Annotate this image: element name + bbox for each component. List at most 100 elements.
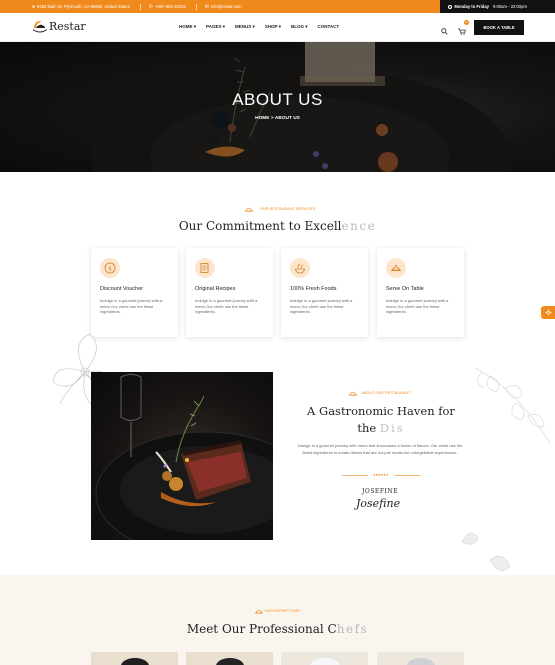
card-text: Indulge in a gourmet journey with a menu… bbox=[386, 298, 449, 315]
chefs-title-main: Meet Our Professional C bbox=[186, 622, 337, 636]
chef-card[interactable] bbox=[377, 652, 464, 665]
hours-value: 9:00am - 22:00pm bbox=[493, 4, 527, 9]
location-icon: ● bbox=[32, 3, 36, 10]
card-text: Indulge in a gourmet journey with a menu… bbox=[100, 298, 163, 315]
services-title-main: Our Commitment to Excell bbox=[178, 219, 342, 233]
about-title: A Gastronomic Haven for the Dis bbox=[298, 403, 464, 437]
signer-name: JOSEFINE bbox=[362, 488, 398, 495]
nav-label: BLOG bbox=[290, 24, 304, 29]
book-table-button[interactable]: BOOK A TABLE bbox=[474, 20, 524, 35]
card-title: Serve On Table bbox=[386, 286, 424, 292]
card-title: Original Recipes bbox=[195, 286, 236, 292]
nav-icons: 0 bbox=[441, 20, 469, 40]
card-text: Indulge in a gourmet journey with a menu… bbox=[195, 298, 258, 315]
address-item: ● 9482 Main St, Plymouth, CA 95669, Unit… bbox=[32, 4, 130, 10]
chefs-title-fade: hefs bbox=[336, 622, 369, 636]
phone-item[interactable]: ✆ +987-628-10015 bbox=[149, 4, 186, 10]
services-title: Our Commitment to Excellence bbox=[0, 219, 555, 233]
separator bbox=[139, 3, 141, 10]
chevron-down-icon: ▾ bbox=[222, 24, 225, 29]
chevron-down-icon: ▾ bbox=[193, 24, 197, 29]
service-card[interactable]: $ Discount Voucher Indulge in a gourmet … bbox=[91, 248, 178, 337]
about-title-line2: the Dis bbox=[298, 420, 464, 437]
nav-menu: HOME ▾ PAGES ▾ MENUS ▾ SHOP ▾ BLOG ▾ CON… bbox=[179, 24, 339, 30]
nav-label: SHOP bbox=[264, 24, 278, 29]
breadcrumb: HOME > ABOUT US bbox=[0, 116, 555, 121]
email-text: info@restar.com bbox=[210, 4, 242, 9]
card-text: Indulge in a gourmet journey with a menu… bbox=[290, 298, 353, 315]
voucher-icon: $ bbox=[100, 258, 120, 278]
cart-button[interactable]: 0 bbox=[458, 20, 469, 40]
about-page: ● 9482 Main St, Plymouth, CA 95669, Unit… bbox=[0, 0, 555, 665]
recipe-icon bbox=[195, 258, 215, 278]
card-title: Discount Voucher bbox=[100, 286, 144, 292]
nav-item-shop[interactable]: SHOP ▾ bbox=[265, 24, 281, 30]
cart-count-badge: 0 bbox=[464, 20, 469, 25]
steak-dish-image bbox=[91, 372, 273, 540]
nav-item-pages[interactable]: PAGES ▾ bbox=[206, 24, 225, 30]
address-text: 9482 Main St, Plymouth, CA 95669, United… bbox=[37, 4, 130, 9]
chef-card[interactable] bbox=[91, 652, 178, 665]
service-card[interactable]: Original Recipes Indulge in a gourmet jo… bbox=[186, 248, 273, 337]
svg-text:$: $ bbox=[108, 265, 112, 272]
nav-item-blog[interactable]: BLOG ▾ bbox=[291, 24, 308, 30]
clock-icon bbox=[448, 4, 453, 9]
leaf-outline-decoration bbox=[474, 367, 551, 444]
chevron-down-icon: ▾ bbox=[278, 24, 281, 29]
chefs-eyebrow: OUR EXPERT CHEF bbox=[264, 609, 301, 613]
separator bbox=[195, 3, 197, 10]
gear-icon bbox=[544, 309, 552, 316]
chefs-title: Meet Our Professional Chefs bbox=[0, 622, 555, 636]
cart-icon bbox=[458, 28, 466, 35]
chef-card[interactable] bbox=[186, 652, 273, 665]
nav-item-contact[interactable]: CONTACT bbox=[318, 24, 340, 30]
breadcrumb-current: ABOUT US bbox=[274, 116, 300, 121]
about-title-line2-fade: Dis bbox=[379, 421, 405, 435]
logo[interactable]: Restar bbox=[32, 19, 86, 33]
top-info-bar: ● 9482 Main St, Plymouth, CA 95669, Unit… bbox=[0, 0, 555, 13]
signature-image: Josefine bbox=[356, 497, 401, 510]
email-icon: ✉ bbox=[204, 3, 209, 10]
hours-label: Monday to Friday bbox=[454, 4, 489, 9]
page-hero-banner: ABOUT US HOME > ABOUT US bbox=[0, 42, 555, 172]
steak-dish-photo bbox=[95, 374, 273, 540]
serving-icon bbox=[386, 258, 406, 278]
nav-item-home[interactable]: HOME ▾ bbox=[179, 24, 196, 30]
settings-side-widget[interactable] bbox=[541, 306, 555, 319]
breadcrumb-home-link[interactable]: HOME bbox=[255, 116, 269, 121]
services-eyebrow: OUR RESTAURANT SERVICES bbox=[259, 207, 316, 211]
chef-photo bbox=[407, 658, 435, 665]
chefs-section bbox=[0, 575, 555, 665]
nav-label: MENUS bbox=[234, 24, 252, 29]
about-eyebrow: ABOUT OUR RESTAURANT bbox=[361, 391, 411, 395]
nav-item-menus[interactable]: MENUS ▾ bbox=[235, 24, 255, 30]
divider-ornament: ♦♦♦♦♦♦ bbox=[368, 472, 394, 477]
chef-photo bbox=[121, 658, 149, 665]
service-card[interactable]: Serve On Table Indulge in a gourmet jour… bbox=[377, 248, 464, 337]
services-title-fade: ence bbox=[341, 219, 377, 233]
cloche-logo-icon bbox=[33, 20, 47, 33]
chef-photo bbox=[216, 658, 244, 665]
opening-hours: Monday to Friday 9:00am - 22:00pm bbox=[440, 0, 555, 13]
about-title-line2-main: the bbox=[357, 421, 380, 435]
fresh-food-icon bbox=[290, 258, 310, 278]
service-card[interactable]: 100% Fresh Foods Indulge in a gourmet jo… bbox=[281, 248, 368, 337]
phone-text: +987-628-10015 bbox=[154, 4, 186, 9]
garlic-decoration bbox=[461, 532, 511, 572]
card-title: 100% Fresh Foods bbox=[290, 286, 337, 292]
chevron-down-icon: ▾ bbox=[305, 24, 308, 29]
email-item[interactable]: ✉ info@restar.com bbox=[205, 4, 242, 10]
page-title: ABOUT US bbox=[232, 90, 323, 109]
search-icon[interactable] bbox=[441, 27, 448, 35]
chef-photo bbox=[308, 656, 342, 665]
chevron-down-icon: ▾ bbox=[252, 24, 255, 29]
phone-icon: ✆ bbox=[148, 3, 153, 10]
breadcrumb-separator: > bbox=[270, 116, 274, 121]
about-description: Indulge in a gourmet journey with menu t… bbox=[297, 443, 463, 456]
nav-label: PAGES bbox=[206, 24, 222, 29]
chef-card[interactable] bbox=[281, 652, 368, 665]
main-navigation: Restar HOME ▾ PAGES ▾ MENUS ▾ SHOP ▾ BLO… bbox=[0, 13, 555, 42]
nav-label: HOME bbox=[179, 24, 193, 29]
about-title-line1: A Gastronomic Haven for bbox=[307, 404, 455, 418]
logo-text: Restar bbox=[49, 19, 86, 33]
